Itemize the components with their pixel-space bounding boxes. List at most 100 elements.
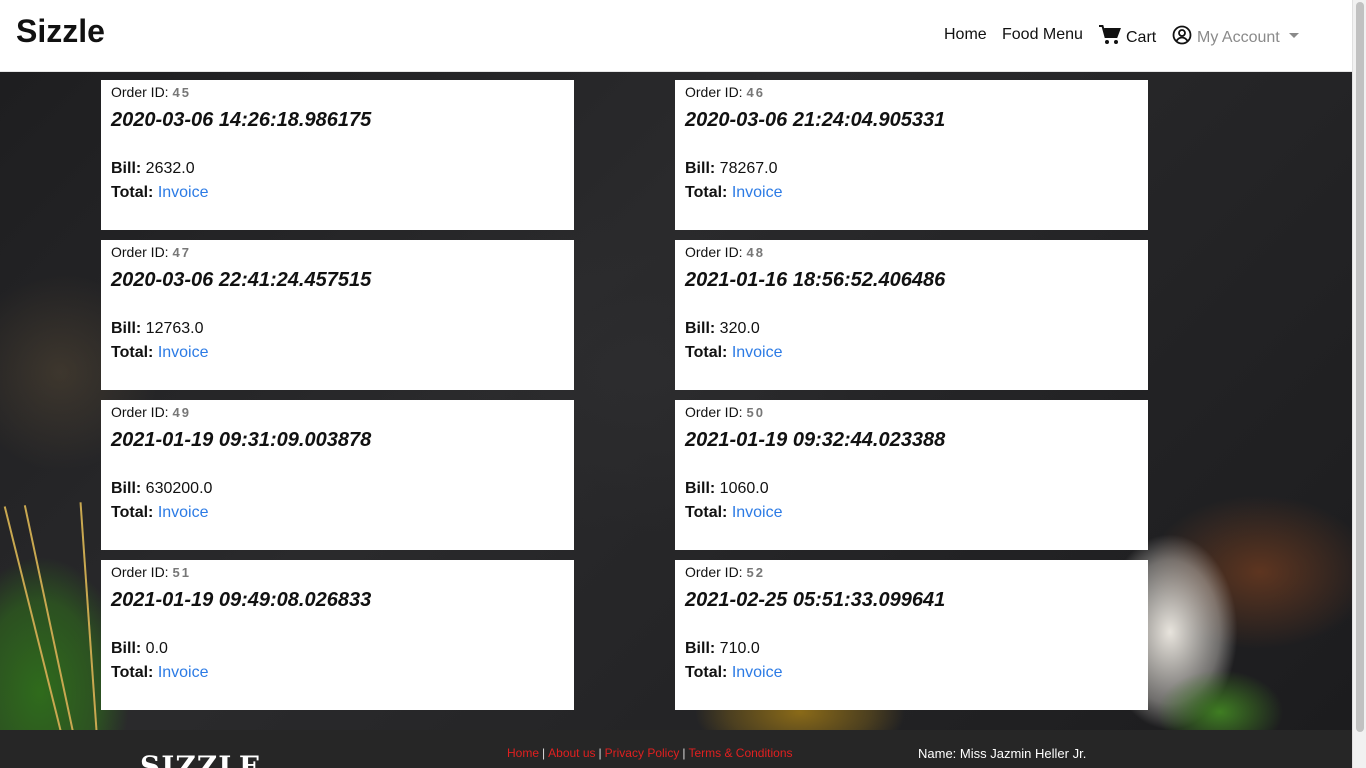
bill-value: 710.0 <box>719 640 760 657</box>
order-card: Order ID: 51 2021-01-19 09:49:08.026833 … <box>101 560 574 710</box>
order-id-line: Order ID: 51 <box>111 564 564 581</box>
total-label: Total: <box>685 344 728 361</box>
pasta-decoration <box>3 506 79 768</box>
nav-home-link[interactable]: Home <box>944 25 987 45</box>
order-id-label: Order ID: <box>685 404 743 420</box>
order-card: Order ID: 52 2021-02-25 05:51:33.099641 … <box>675 560 1148 710</box>
footer-links: Home | About us | Privacy Policy | Terms & Con… <box>507 746 793 760</box>
order-timestamp: 2021-02-25 05:51:33.099641 <box>685 589 946 611</box>
brand-logo[interactable]: Sizzle <box>16 13 105 50</box>
order-card: Order ID: 50 2021-01-19 09:32:44.023388 … <box>675 400 1148 550</box>
scrollbar-thumb[interactable] <box>1356 2 1364 732</box>
total-label: Total: <box>111 664 154 681</box>
order-bill-row: Bill: 12763.0 <box>111 317 564 341</box>
order-card: Order ID: 45 2020-03-06 14:26:18.986175 … <box>101 80 574 230</box>
order-bill-row: Bill: 630200.0 <box>111 477 564 501</box>
order-bill-row: Bill: 1060.0 <box>685 477 1138 501</box>
total-label: Total: <box>685 664 728 681</box>
order-timestamp: 2021-01-19 09:31:09.003878 <box>111 429 372 451</box>
invoice-link[interactable]: Invoice <box>158 184 209 201</box>
pasta-decoration <box>23 505 89 768</box>
invoice-link[interactable]: Invoice <box>158 664 209 681</box>
nav-my-account-label: My Account <box>1197 29 1280 46</box>
bill-value: 12763.0 <box>145 320 204 337</box>
bill-label: Bill: <box>685 160 716 177</box>
bill-label: Bill: <box>685 320 716 337</box>
footer-link-about[interactable]: About us <box>548 746 595 760</box>
total-label: Total: <box>685 184 728 201</box>
invoice-link[interactable]: Invoice <box>732 504 783 521</box>
footer-contact-name: Name: Miss Jazmin Heller Jr. <box>918 746 1087 761</box>
order-id-line: Order ID: 48 <box>685 244 1138 261</box>
link-separator: | <box>598 746 602 760</box>
bill-value: 1060.0 <box>719 480 769 497</box>
order-id-value: 46 <box>746 85 765 100</box>
order-total-row: Total: Invoice <box>685 501 1138 525</box>
total-label: Total: <box>111 344 154 361</box>
order-id-line: Order ID: 45 <box>111 84 564 101</box>
bill-label: Bill: <box>685 640 716 657</box>
order-total-row: Total: Invoice <box>685 341 1138 365</box>
invoice-link[interactable]: Invoice <box>732 664 783 681</box>
order-id-line: Order ID: 50 <box>685 404 1138 421</box>
order-id-label: Order ID: <box>111 564 169 580</box>
chevron-down-icon <box>1288 33 1299 38</box>
order-timestamp: 2020-03-06 22:41:24.457515 <box>111 269 372 291</box>
nav-cart-link[interactable]: Cart <box>1099 25 1156 48</box>
footer-link-home[interactable]: Home <box>507 746 539 760</box>
order-timestamp: 2021-01-19 09:49:08.026833 <box>111 589 372 611</box>
invoice-link[interactable]: Invoice <box>158 504 209 521</box>
nav-cart-label: Cart <box>1126 29 1157 46</box>
bill-label: Bill: <box>111 320 142 337</box>
order-id-value: 49 <box>172 405 191 420</box>
bill-value: 0.0 <box>145 640 168 657</box>
order-bill-row: Bill: 78267.0 <box>685 157 1138 181</box>
order-bill-row: Bill: 2632.0 <box>111 157 564 181</box>
order-total-row: Total: Invoice <box>111 341 564 365</box>
order-id-value: 50 <box>746 405 765 420</box>
order-timestamp: 2021-01-16 18:56:52.406486 <box>685 269 946 291</box>
link-separator: | <box>682 746 686 760</box>
pasta-decoration <box>79 502 103 768</box>
order-total-row: Total: Invoice <box>685 661 1138 685</box>
order-total-row: Total: Invoice <box>111 661 564 685</box>
invoice-link[interactable]: Invoice <box>732 344 783 361</box>
order-id-line: Order ID: 49 <box>111 404 564 421</box>
link-separator: | <box>542 746 546 760</box>
bill-value: 78267.0 <box>719 160 778 177</box>
bill-value: 320.0 <box>719 320 760 337</box>
footer-link-privacy[interactable]: Privacy Policy <box>605 746 680 760</box>
order-card: Order ID: 46 2020-03-06 21:24:04.905331 … <box>675 80 1148 230</box>
order-timestamp: 2020-03-06 14:26:18.986175 <box>111 109 372 131</box>
invoice-link[interactable]: Invoice <box>158 344 209 361</box>
footer-link-terms[interactable]: Terms & Conditions <box>688 746 792 760</box>
bill-value: 630200.0 <box>145 480 213 497</box>
order-id-value: 51 <box>172 565 191 580</box>
invoice-link[interactable]: Invoice <box>732 184 783 201</box>
order-id-label: Order ID: <box>111 84 169 100</box>
bill-label: Bill: <box>685 480 716 497</box>
nav-my-account-dropdown[interactable]: My Account <box>1172 25 1299 48</box>
user-circle-icon <box>1172 25 1192 45</box>
order-card: Order ID: 48 2021-01-16 18:56:52.406486 … <box>675 240 1148 390</box>
order-id-label: Order ID: <box>685 244 743 260</box>
order-id-line: Order ID: 47 <box>111 244 564 261</box>
page-scrollbar[interactable] <box>1352 0 1366 768</box>
bill-label: Bill: <box>111 160 142 177</box>
order-total-row: Total: Invoice <box>685 181 1138 205</box>
order-id-value: 52 <box>746 565 765 580</box>
total-label: Total: <box>685 504 728 521</box>
nav-food-menu-link[interactable]: Food Menu <box>1002 25 1083 45</box>
order-timestamp: 2021-01-19 09:32:44.023388 <box>685 429 946 451</box>
order-card: Order ID: 49 2021-01-19 09:31:09.003878 … <box>101 400 574 550</box>
navbar: Sizzle Home Food Menu Cart My Account <box>0 0 1352 72</box>
order-id-value: 47 <box>172 245 191 260</box>
footer: SIZZLE Home | About us | Privacy Policy | Term… <box>0 730 1352 768</box>
total-label: Total: <box>111 184 154 201</box>
total-label: Total: <box>111 504 154 521</box>
order-id-label: Order ID: <box>111 244 169 260</box>
bill-label: Bill: <box>111 480 142 497</box>
order-bill-row: Bill: 710.0 <box>685 637 1138 661</box>
order-id-label: Order ID: <box>111 404 169 420</box>
order-total-row: Total: Invoice <box>111 501 564 525</box>
